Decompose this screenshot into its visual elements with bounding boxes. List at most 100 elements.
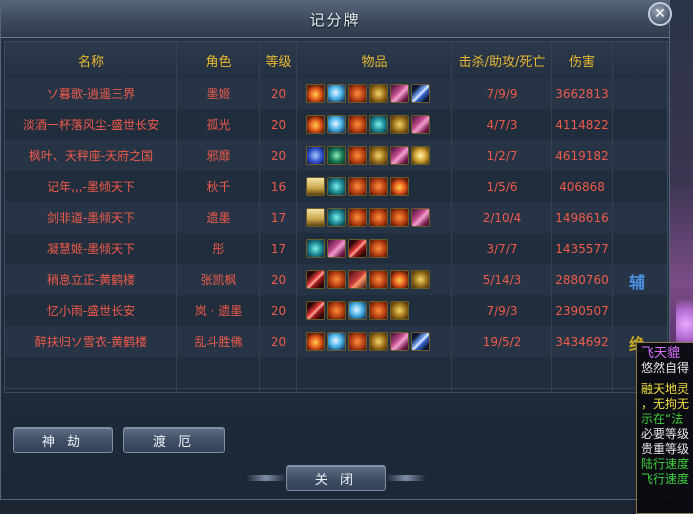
teal-item-icon[interactable] — [369, 115, 388, 134]
close-icon[interactable]: ✕ — [648, 2, 672, 26]
orange-item-icon[interactable] — [348, 146, 367, 165]
kda-cell: 1/5/6 — [486, 179, 518, 194]
orange-item-icon[interactable] — [369, 301, 388, 320]
kda-cell: 4/7/3 — [486, 117, 518, 132]
duer-button[interactable]: 渡 厄 — [123, 427, 225, 453]
name-cell: 剑非道-墨倾天下 — [46, 211, 136, 225]
fire-item-icon[interactable] — [306, 332, 325, 351]
gold-item-icon[interactable] — [390, 301, 409, 320]
role-tag-label: 辅 — [629, 273, 646, 292]
orange-item-icon[interactable] — [390, 208, 409, 227]
items-cell — [297, 202, 452, 233]
tooltip-line: 悠然自得 — [641, 361, 690, 375]
ice-item-icon[interactable] — [348, 301, 367, 320]
level-cell: 20 — [270, 86, 287, 101]
gold-item-icon[interactable] — [369, 84, 388, 103]
column-divider — [451, 42, 452, 392]
orange-item-icon[interactable] — [348, 177, 367, 196]
blade-item-icon[interactable] — [411, 332, 430, 351]
pink-item-icon[interactable] — [390, 84, 409, 103]
pink-item-icon[interactable] — [411, 115, 430, 134]
level-cell: 20 — [270, 334, 287, 349]
table-row: 淡酒一杯落风尘-盛世长安 孤光 20 4/7/3 4114822 — [5, 109, 667, 141]
fire-item-icon[interactable] — [306, 84, 325, 103]
fire-item-icon[interactable] — [390, 177, 409, 196]
gold-item-icon[interactable] — [369, 146, 388, 165]
items-cell — [297, 357, 452, 388]
teal-item-icon[interactable] — [327, 177, 346, 196]
ice-item-icon[interactable] — [327, 332, 346, 351]
column-divider — [612, 42, 613, 392]
damage-cell: 1435577 — [555, 241, 609, 256]
damage-cell: 2880760 — [555, 272, 609, 287]
close-button-group: 关 闭 — [246, 463, 426, 493]
column-header-name: 名称 — [77, 54, 104, 70]
close-window-button[interactable]: 关 闭 — [286, 465, 386, 491]
red-item-icon[interactable] — [306, 301, 325, 320]
orange-item-icon[interactable] — [369, 270, 388, 289]
orange-item-icon[interactable] — [327, 270, 346, 289]
damage-cell: 4619182 — [555, 148, 609, 163]
role-cell: 张凯枫 — [200, 273, 237, 287]
table-row: 枫叶、天秤座-天府之国 邪靡 20 1/2/7 4619182 — [5, 140, 667, 172]
orange-item-icon[interactable] — [369, 177, 388, 196]
orange-item-icon[interactable] — [348, 208, 367, 227]
scroll-item-icon[interactable] — [306, 177, 325, 196]
orange-item-icon[interactable] — [348, 115, 367, 134]
left-ornament — [246, 475, 286, 481]
pink-item-icon[interactable] — [411, 208, 430, 227]
role-cell — [177, 357, 260, 388]
ice-item-icon[interactable] — [327, 84, 346, 103]
column-divider — [296, 42, 297, 392]
column-header-level: 等级 — [265, 54, 292, 70]
kda-cell: 7/9/9 — [486, 86, 518, 101]
star-item-icon[interactable] — [411, 146, 430, 165]
level-cell: 16 — [270, 179, 287, 194]
pink-item-icon[interactable] — [327, 239, 346, 258]
blade-item-icon[interactable] — [411, 84, 430, 103]
gold-item-icon[interactable] — [411, 270, 430, 289]
kda-cell: 3/7/7 — [486, 241, 518, 256]
name-cell: 凝慧姬-墨倾天下 — [46, 242, 136, 256]
role-cell: 乱斗胜佛 — [194, 335, 243, 349]
table-row: 稍息立正-黄鹤楼 张凯枫 20 5/14/3 2880760 辅 — [5, 264, 667, 296]
items-cell — [297, 78, 452, 109]
role-cell: 岚 · 遗墨 — [194, 304, 243, 318]
items-cell — [297, 171, 452, 202]
gold-item-icon[interactable] — [369, 332, 388, 351]
teal-item-icon[interactable] — [327, 208, 346, 227]
red-item-icon[interactable] — [348, 239, 367, 258]
dragon-item-icon[interactable] — [348, 270, 367, 289]
window-title: 记分牌 — [309, 11, 361, 29]
tooltip-line: 飞行速度 — [641, 472, 690, 486]
gem-item-icon[interactable] — [327, 146, 346, 165]
orange-item-icon[interactable] — [369, 239, 388, 258]
column-divider — [551, 42, 552, 392]
pink-item-icon[interactable] — [390, 146, 409, 165]
tooltip-line: 贵重等级 — [641, 442, 690, 456]
shendong-button[interactable]: 神 劫 — [13, 427, 113, 453]
teal-item-icon[interactable] — [306, 239, 325, 258]
role-cell: 遗墨 — [206, 211, 231, 225]
fire-item-icon[interactable] — [306, 115, 325, 134]
name-cell: 忆小雨-盛世长安 — [46, 304, 136, 318]
level-cell: 20 — [270, 148, 287, 163]
gold-item-icon[interactable] — [390, 115, 409, 134]
damage-cell: 2390507 — [555, 303, 609, 318]
blue-item-icon[interactable] — [306, 146, 325, 165]
orange-item-icon[interactable] — [327, 301, 346, 320]
orange-item-icon[interactable] — [348, 84, 367, 103]
scoreboard-table: 名称 角色 等级 物品 击杀/助攻/死亡 伤害 ソ暮歌-逍遥三界 墨姬 20 7/9/… — [4, 41, 668, 393]
level-cell: 20 — [270, 117, 287, 132]
pink-item-icon[interactable] — [390, 332, 409, 351]
ice-item-icon[interactable] — [327, 115, 346, 134]
red-item-icon[interactable] — [306, 270, 325, 289]
damage-cell: 1498616 — [555, 210, 609, 225]
level-cell: 20 — [270, 272, 287, 287]
orange-item-icon[interactable] — [348, 332, 367, 351]
orange-item-icon[interactable] — [369, 208, 388, 227]
role-cell: 秋千 — [206, 180, 231, 194]
fire-item-icon[interactable] — [390, 270, 409, 289]
scroll-item-icon[interactable] — [306, 208, 325, 227]
table-row: 醉扶归ソ雪衣-黄鹤楼乱斗胜佛2019/5/23434692绝 — [5, 326, 667, 358]
